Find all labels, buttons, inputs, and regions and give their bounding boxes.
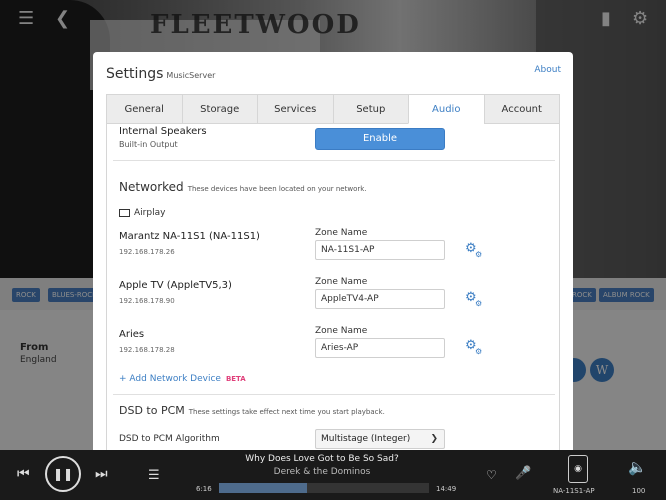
device-ip: 192.168.178.90 (119, 297, 175, 305)
device-settings-gear-icon[interactable]: ⚙ ⚙ (465, 241, 485, 259)
enable-internal-speakers-button[interactable]: Enable (315, 128, 445, 150)
device-settings-gear-icon[interactable]: ⚙ ⚙ (465, 290, 485, 308)
progress-waveform[interactable] (219, 483, 429, 493)
previous-track-icon[interactable]: ⏮ (17, 466, 30, 482)
plus-icon: + (119, 374, 127, 384)
add-network-device-label: Add Network Device (129, 374, 221, 384)
networked-heading: Networked These devices have been located… (119, 180, 367, 194)
dialog-title: Settings MusicServer (106, 66, 215, 82)
device-ip: 192.168.178.26 (119, 248, 175, 256)
speaker-zone-icon[interactable]: ◉ (568, 455, 588, 483)
internal-speakers-title: Internal Speakers (119, 126, 207, 137)
audio-settings-panel: Internal Speakers Built-in Output Enable… (106, 124, 560, 450)
divider (113, 394, 555, 395)
tab-general[interactable]: General (106, 94, 182, 124)
networked-note: These devices have been located on your … (187, 185, 367, 193)
dsd-note: These settings take effect next time you… (188, 408, 385, 416)
settings-tabs: General Storage Services Setup Audio Acc… (106, 94, 560, 124)
device-name: Aries (119, 329, 145, 340)
device-name: Apple TV (AppleTV5,3) (119, 280, 232, 291)
duration-time: 14:49 (436, 485, 457, 493)
about-link[interactable]: About (534, 65, 561, 75)
dsd-heading-text: DSD to PCM (119, 404, 185, 417)
tab-setup[interactable]: Setup (332, 94, 408, 124)
heart-icon[interactable]: ♡ (486, 468, 497, 482)
device-name: Marantz NA-11S1 (NA-11S1) (119, 231, 260, 242)
dsd-algorithm-label: DSD to PCM Algorithm (119, 434, 220, 444)
elapsed-time: 6:16 (196, 485, 212, 493)
player-bar: ⏮ ❚❚ ⏭ ☰ Why Does Love Got to Be So Sad?… (0, 450, 666, 500)
zone-name-input[interactable]: NA-11S1-AP (315, 240, 445, 260)
internal-speakers-subtitle: Built-in Output (119, 140, 178, 149)
next-track-icon[interactable]: ⏭ (95, 466, 108, 482)
dsd-heading: DSD to PCM These settings take effect nex… (119, 404, 385, 417)
zone-name-input[interactable]: Aries-AP (315, 338, 445, 358)
dialog-subtitle: MusicServer (166, 71, 216, 80)
track-artist[interactable]: Derek & the Dominos (222, 467, 422, 477)
tab-audio[interactable]: Audio (408, 94, 484, 124)
chevron-down-icon: ❯ (430, 434, 438, 444)
dsd-algorithm-value: Multistage (Integer) (321, 434, 411, 444)
airplay-icon (119, 208, 130, 217)
zone-name-label: Zone Name (315, 228, 368, 238)
tab-services[interactable]: Services (257, 94, 333, 124)
pause-button[interactable]: ❚❚ (45, 456, 81, 492)
volume-icon[interactable]: 🔈 (628, 458, 647, 476)
airplay-group-label: Airplay (119, 208, 165, 218)
track-title: Why Does Love Got to Be So Sad? (245, 454, 399, 464)
networked-heading-text: Networked (119, 180, 184, 194)
zone-name-label: Zone Name (315, 326, 368, 336)
add-network-device-link[interactable]: + Add Network Device BETA (119, 374, 246, 384)
tab-storage[interactable]: Storage (181, 94, 257, 124)
zone-name-input[interactable]: AppleTV4-AP (315, 289, 445, 309)
device-settings-gear-icon[interactable]: ⚙ ⚙ (465, 338, 485, 356)
device-ip: 192.168.178.28 (119, 346, 175, 354)
dsd-algorithm-select[interactable]: Multistage (Integer) ❯ (315, 429, 445, 449)
queue-icon[interactable]: ☰ (148, 468, 160, 483)
zone-name[interactable]: NA-11S1-AP (553, 487, 595, 495)
microphone-icon[interactable]: 🎤 (515, 466, 531, 481)
beta-badge: BETA (225, 375, 246, 383)
divider (113, 160, 555, 161)
airplay-label-text: Airplay (134, 208, 166, 218)
dialog-title-text: Settings (106, 66, 164, 82)
zone-name-label: Zone Name (315, 277, 368, 287)
volume-level: 100 (632, 487, 646, 495)
tab-account[interactable]: Account (483, 94, 560, 124)
settings-dialog: Settings MusicServer About General Storag… (93, 52, 573, 450)
